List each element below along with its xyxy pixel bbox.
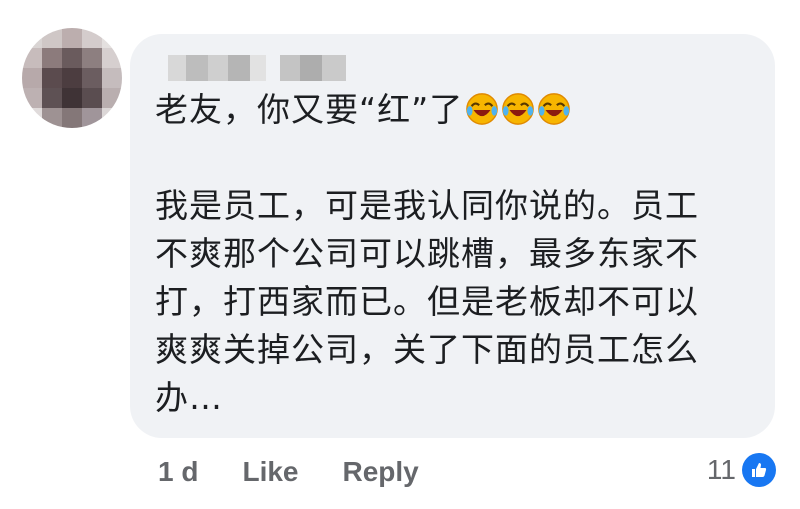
comment-actions: 1 d Like Reply: [158, 452, 463, 492]
comment-line: 打，打西家而已。但是老板却不可以: [155, 282, 699, 321]
face-with-tears-of-joy-icon: [538, 93, 571, 125]
comment-line: 老友，你又要“红”了: [155, 86, 755, 134]
comment-line: 我是员工，可是我认同你说的。员工: [155, 186, 699, 225]
comment-line-blank: [155, 134, 755, 182]
comment-line: 办…: [155, 378, 223, 417]
face-with-tears-of-joy-icon: [502, 93, 535, 125]
face-with-tears-of-joy-icon: [466, 93, 499, 125]
like-icon: [742, 453, 776, 487]
avatar[interactable]: [22, 28, 122, 128]
like-button[interactable]: Like: [242, 456, 298, 488]
comment-text: 老友，你又要“红”了 我是员工，可是我认同你说的。员工 不爽那个公司可以跳槽，最…: [155, 86, 755, 422]
reaction-count: 11: [706, 454, 736, 485]
reply-button[interactable]: Reply: [343, 456, 419, 488]
timestamp-link[interactable]: 1 d: [158, 456, 198, 488]
comment-card: 老友，你又要“红”了 我是员工，可是我认同你说的。员工 不爽那个公司可以跳槽，最…: [0, 0, 800, 509]
reaction-summary[interactable]: 11: [707, 450, 776, 490]
comment-line: 不爽那个公司可以跳槽，最多东家不: [155, 234, 699, 273]
comment-line: 爽爽关掉公司，关了下面的员工怎么: [155, 330, 699, 369]
commenter-name-blurred[interactable]: [168, 55, 348, 81]
